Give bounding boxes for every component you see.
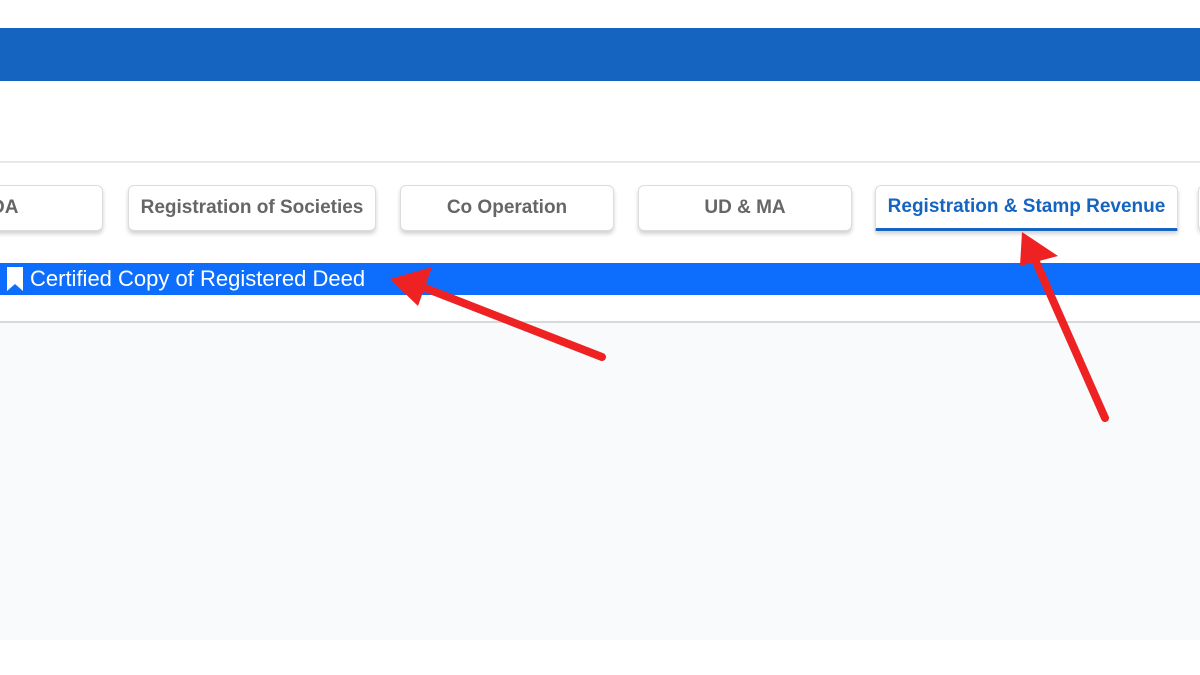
tab-label: Co Operation [446, 197, 568, 218]
department-tabs: DA Registration of Societies Co Operatio… [0, 163, 1200, 263]
tab-registration-stamp-revenue[interactable]: Registration & Stamp Revenue [875, 185, 1178, 231]
tab-label: Registration & Stamp Revenue [887, 196, 1166, 217]
main-content-area [0, 323, 1200, 640]
tab-label: Registration of Societies [140, 197, 364, 218]
tab-registration-of-societies[interactable]: Registration of Societies [128, 185, 376, 231]
certified-copy-link[interactable]: Certified Copy of Registered Deed [30, 266, 365, 292]
tab-label: UD & MA [704, 197, 786, 218]
tab-ud-ma[interactable]: UD & MA [638, 185, 852, 231]
tab-co-operation[interactable]: Co Operation [400, 185, 614, 231]
tab-da[interactable]: DA [0, 185, 103, 231]
footer-area [0, 640, 1200, 675]
bookmark-icon [6, 266, 24, 292]
top-header-bar [0, 28, 1200, 81]
tab-label: DA [0, 197, 19, 218]
service-submenu-bar: Certified Copy of Registered Deed [0, 263, 1200, 295]
